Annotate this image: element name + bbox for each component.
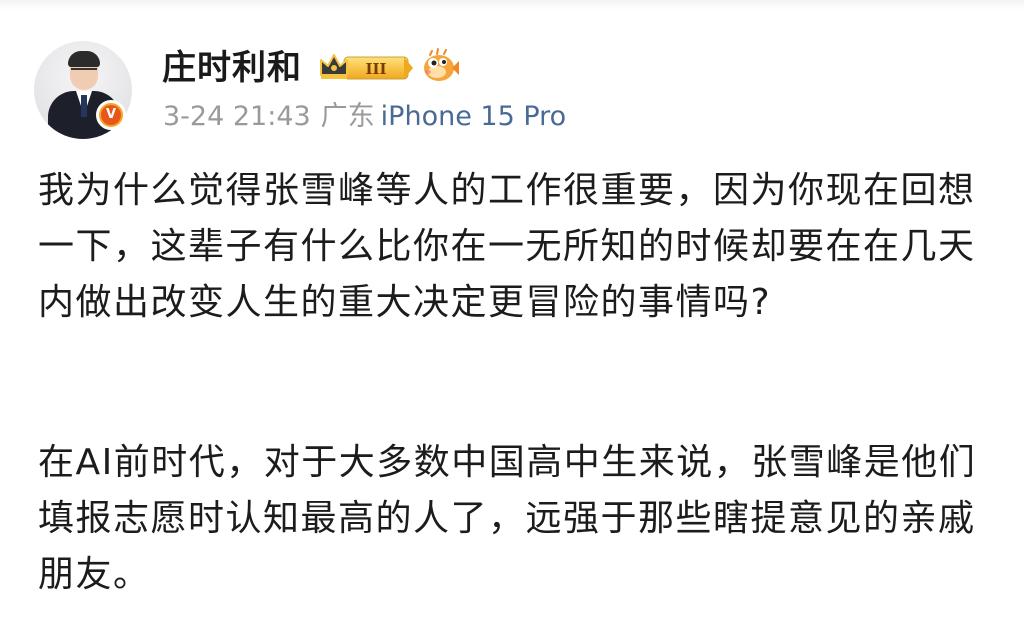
pufferfish-emoji-icon — [424, 48, 459, 81]
avatar-glasses — [71, 68, 97, 77]
verified-badge-letter: V — [101, 105, 121, 125]
post-paragraph: 我为什么觉得张雪峰等人的工作很重要，因为你现在回想一下，这辈子有什么比你在一无所… — [38, 170, 976, 323]
post-meta: 3-24 21:43 广东 iPhone 15 Pro — [163, 99, 566, 135]
member-badge-level: III — [365, 60, 386, 78]
member-badge-icon[interactable]: III — [318, 51, 414, 85]
avatar-hair — [68, 51, 100, 67]
post-device-link[interactable]: iPhone 15 Pro — [381, 101, 567, 132]
post-paragraph: 在AI前时代，对于大多数中国高中生来说，张雪峰是他们填报志愿时认知最高的人了，远… — [38, 442, 977, 595]
post-location: 广东 — [320, 101, 375, 132]
post-time: 3-24 21:43 — [163, 101, 311, 132]
post-body: 我为什么觉得张雪峰等人的工作很重要，因为你现在回想一下，这辈子有什么比你在一无所… — [38, 163, 998, 603]
post-header: V 庄时利和 III 3-24 21:43 广东 iPhone 15 Pro — [0, 0, 1024, 150]
user-name[interactable]: 庄时利和 — [162, 46, 302, 90]
verified-badge-icon: V — [96, 100, 126, 130]
avatar-tie — [81, 95, 87, 117]
